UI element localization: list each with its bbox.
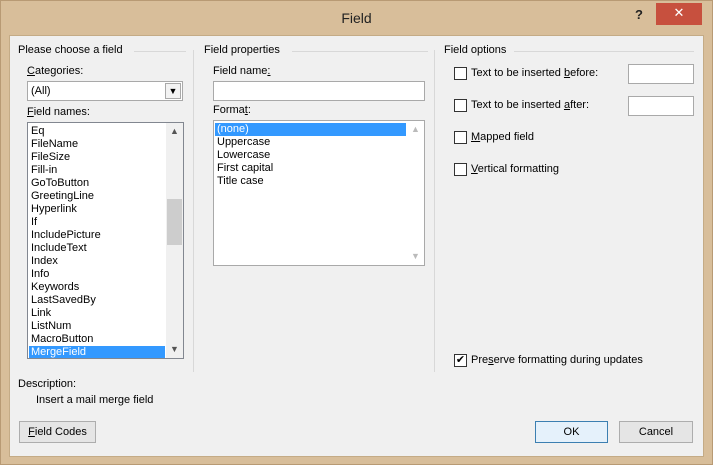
mapped-field-label: Mapped field [471, 131, 534, 143]
format-list-item[interactable]: Lowercase [215, 149, 406, 162]
field-list-item[interactable]: IncludePicture [29, 229, 165, 242]
field-list-item[interactable]: Fill-in [29, 164, 165, 177]
dialog-body: Please choose a field Categories: (All) … [9, 35, 704, 457]
scroll-down-icon[interactable]: ▼ [407, 248, 424, 265]
field-list-item[interactable]: Keywords [29, 281, 165, 294]
field-list-item[interactable]: MacroButton [29, 333, 165, 346]
help-button[interactable]: ? [629, 7, 649, 25]
field-list-item[interactable]: Link [29, 307, 165, 320]
separator-right [434, 50, 435, 372]
checkbox-box[interactable] [454, 67, 467, 80]
field-names-label: Field names: [27, 106, 90, 118]
checkbox-preserve-formatting[interactable]: ✔ Preserve formatting during updates [454, 353, 674, 369]
ok-button[interactable]: OK [535, 421, 608, 443]
description-text: Insert a mail merge field [36, 394, 154, 406]
format-scrollbar[interactable]: ▲ ▼ [407, 121, 424, 265]
format-list[interactable]: (none) Uppercase Lowercase First capital Tit… [213, 120, 425, 266]
field-list-item[interactable]: GreetingLine [29, 190, 165, 203]
field-list-item[interactable]: IncludeText [29, 242, 165, 255]
field-name-input[interactable] [213, 81, 425, 101]
scroll-thumb[interactable] [167, 199, 182, 245]
chevron-down-icon[interactable]: ▼ [165, 83, 181, 99]
format-list-item[interactable]: (none) [215, 123, 406, 136]
field-codes-button[interactable]: Field Codes [19, 421, 96, 443]
preserve-formatting-label: Preserve formatting during updates [471, 354, 643, 366]
checkbox-box[interactable] [454, 131, 467, 144]
text-after-input[interactable] [628, 96, 694, 116]
field-list-item[interactable]: FileSize [29, 151, 165, 164]
group-title-field-options: Field options [444, 44, 507, 56]
scroll-down-icon[interactable]: ▼ [166, 341, 183, 358]
group-title-choose-field: Please choose a field [18, 44, 123, 56]
field-list-item[interactable]: Index [29, 255, 165, 268]
field-list-item[interactable]: GoToButton [29, 177, 165, 190]
field-list-item[interactable]: Hyperlink [29, 203, 165, 216]
field-list-item[interactable]: ListNum [29, 320, 165, 333]
close-icon: ✕ [673, 5, 685, 20]
cancel-button[interactable]: Cancel [619, 421, 693, 443]
text-after-label: Text to be inserted after: [471, 99, 590, 111]
field-names-items: Eq FileName FileSize Fill-in GoToButton Greet… [29, 125, 165, 358]
format-list-item[interactable]: Uppercase [215, 136, 406, 149]
field-list-item[interactable]: LastSavedBy [29, 294, 165, 307]
checkbox-box[interactable] [454, 163, 467, 176]
checkbox-box[interactable] [454, 99, 467, 112]
group-title-field-properties: Field properties [204, 44, 280, 56]
field-name-label: Field name: [213, 65, 271, 77]
text-before-input[interactable] [628, 64, 694, 84]
field-dialog: Field ? ✕ Please choose a field Categori… [0, 0, 713, 465]
checkbox-text-after[interactable]: Text to be inserted after: [454, 98, 629, 114]
categories-value: (All) [31, 85, 51, 97]
field-list-item[interactable]: Info [29, 268, 165, 281]
description-label: Description: [18, 378, 77, 390]
format-list-item[interactable]: Title case [215, 175, 406, 188]
checkbox-text-before[interactable]: Text to be inserted before: [454, 66, 629, 82]
dialog-title: Field [341, 10, 372, 26]
checkbox-mapped-field[interactable]: Mapped field [454, 130, 604, 146]
check-icon[interactable]: ✔ [454, 354, 467, 367]
close-button[interactable]: ✕ [656, 3, 702, 25]
field-list-item[interactable]: FileName [29, 138, 165, 151]
title-bar[interactable]: Field ? ✕ [1, 1, 712, 35]
group-rule [514, 51, 694, 52]
categories-label: Categories: [27, 65, 84, 77]
scroll-up-icon[interactable]: ▲ [407, 121, 424, 138]
format-label: Format: [213, 104, 251, 116]
field-list-item[interactable]: If [29, 216, 165, 229]
categories-combo[interactable]: (All) ▼ [27, 81, 183, 101]
scroll-up-icon[interactable]: ▲ [166, 123, 183, 140]
group-rule [134, 51, 186, 52]
field-names-list[interactable]: Eq FileName FileSize Fill-in GoToButton Greet… [27, 122, 184, 359]
format-list-item[interactable]: First capital [215, 162, 406, 175]
checkbox-vertical-formatting[interactable]: Vertical formatting [454, 162, 604, 178]
text-before-label: Text to be inserted before: [471, 67, 599, 79]
field-list-item[interactable]: MergeField [29, 346, 165, 358]
field-names-scrollbar[interactable]: ▲ ▼ [166, 123, 183, 358]
field-list-item[interactable]: Eq [29, 125, 165, 138]
separator-left [193, 50, 194, 372]
group-rule [292, 51, 428, 52]
vertical-formatting-label: Vertical formatting [471, 163, 560, 175]
format-items: (none) Uppercase Lowercase First capital Tit… [215, 123, 406, 188]
